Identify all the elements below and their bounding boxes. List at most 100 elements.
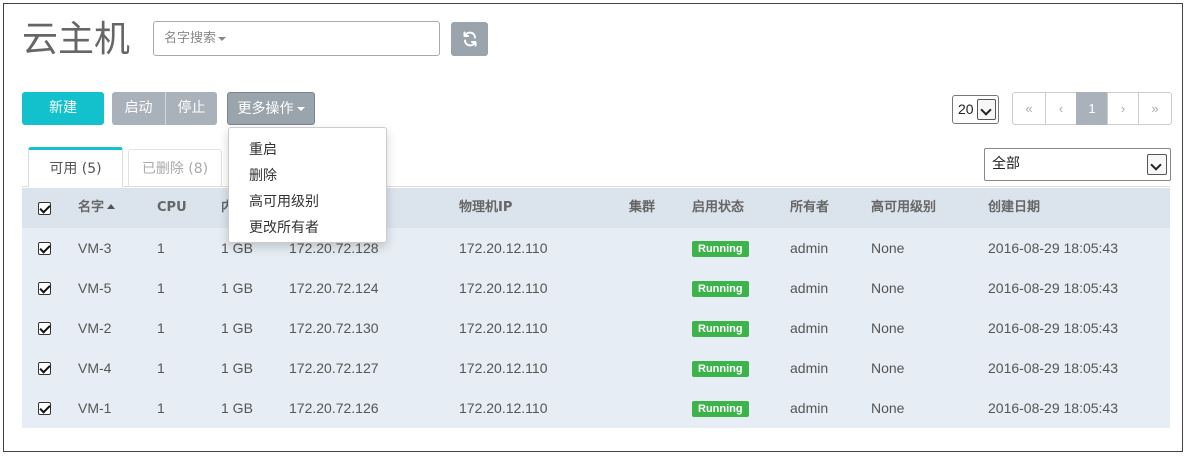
column-header-name[interactable]: 名字 — [78, 188, 116, 228]
vm-ip: 172.20.72.127 — [289, 360, 379, 376]
column-header-cpu[interactable]: CPU — [157, 188, 187, 228]
table-header-row: 名字 CPU 内存 IP 物理机IP 集群 启用状态 所有者 高可用级别 创建日… — [22, 188, 1170, 228]
vm-ha-level: None — [871, 280, 905, 296]
vm-state: Running — [692, 268, 749, 308]
column-header-ha-level[interactable]: 高可用级别 — [871, 188, 936, 228]
vm-ha-level: None — [871, 400, 905, 416]
vm-state: Running — [692, 388, 749, 428]
vm-owner: admin — [790, 320, 829, 336]
status-badge: Running — [692, 241, 749, 258]
column-header-label: 名字 — [78, 200, 105, 215]
table-row[interactable]: VM-4 1 1 GB 172.20.72.127 172.20.12.110 … — [22, 348, 1170, 388]
row-checkbox[interactable] — [38, 282, 51, 295]
status-filter-value: 全部 — [992, 156, 1020, 172]
row-checkbox[interactable] — [38, 402, 51, 415]
table-row[interactable]: VM-1 1 1 GB 172.20.72.126 172.20.12.110 … — [22, 388, 1170, 428]
vm-memory: 1 GB — [221, 400, 253, 416]
refresh-icon — [463, 31, 476, 47]
status-filter-select[interactable]: 全部 — [984, 148, 1171, 181]
vm-created: 2016-08-29 18:05:43 — [988, 320, 1118, 336]
vm-name[interactable]: VM-2 — [78, 308, 111, 348]
vm-state: Running — [692, 348, 749, 388]
table-row[interactable]: VM-3 1 1 GB 172.20.72.128 172.20.12.110 … — [22, 228, 1170, 268]
vm-created: 2016-08-29 18:05:43 — [988, 280, 1118, 296]
status-badge: Running — [692, 401, 749, 418]
vm-ip: 172.20.72.126 — [289, 400, 379, 416]
menu-item-restart[interactable]: 重启 — [229, 137, 386, 163]
column-header-created[interactable]: 创建日期 — [988, 188, 1040, 228]
vm-cpu: 1 — [157, 280, 165, 296]
menu-item-ha-level[interactable]: 高可用级别 — [229, 189, 386, 215]
page-last-button[interactable]: » — [1138, 92, 1172, 125]
vm-name[interactable]: VM-5 — [78, 268, 111, 308]
vm-host-ip: 172.20.12.110 — [459, 360, 548, 376]
vm-host-ip: 172.20.12.110 — [459, 240, 548, 256]
page-next-button[interactable]: › — [1107, 92, 1139, 125]
stop-button[interactable]: 停止 — [165, 92, 217, 125]
row-checkbox[interactable] — [38, 242, 51, 255]
row-checkbox[interactable] — [38, 362, 51, 375]
chevron-down-icon — [218, 36, 227, 41]
vm-name[interactable]: VM-1 — [78, 388, 111, 428]
vm-owner: admin — [790, 280, 829, 296]
vm-owner: admin — [790, 400, 829, 416]
chevron-down-icon — [296, 107, 305, 111]
vm-created: 2016-08-29 18:05:43 — [988, 360, 1118, 376]
table-row[interactable]: VM-5 1 1 GB 172.20.72.124 172.20.12.110 … — [22, 268, 1170, 308]
status-badge: Running — [692, 281, 749, 298]
column-header-owner[interactable]: 所有者 — [790, 188, 829, 228]
page-prev-button[interactable]: ‹ — [1045, 92, 1077, 125]
page-first-button[interactable]: « — [1012, 92, 1046, 125]
menu-item-delete[interactable]: 删除 — [229, 163, 386, 189]
tab-divider — [22, 186, 1170, 187]
new-button[interactable]: 新建 — [22, 92, 104, 125]
more-actions-menu: 重启 删除 高可用级别 更改所有者 — [228, 127, 387, 243]
vm-host-ip: 172.20.12.110 — [459, 320, 548, 336]
vm-cpu: 1 — [157, 400, 165, 416]
page-title: 云主机 — [22, 19, 131, 60]
vm-ip: 172.20.72.124 — [289, 280, 379, 296]
status-badge: Running — [692, 321, 749, 338]
vm-name[interactable]: VM-3 — [78, 228, 111, 268]
page-size-select[interactable]: 20 — [952, 95, 999, 124]
app-frame: 云主机 名字搜索 新建 启动 停止 更多操作 重启 删除 高可用级别 更改所有者… — [3, 3, 1183, 452]
select-all-checkbox[interactable] — [38, 202, 51, 215]
vm-memory: 1 GB — [221, 360, 253, 376]
status-badge: Running — [692, 361, 749, 378]
vm-ha-level: None — [871, 320, 905, 336]
tab-deleted[interactable]: 已删除 (8) — [128, 149, 222, 187]
row-checkbox[interactable] — [38, 322, 51, 335]
vm-ha-level: None — [871, 240, 905, 256]
column-header-cluster[interactable]: 集群 — [629, 188, 655, 228]
vm-state: Running — [692, 308, 749, 348]
vm-owner: admin — [790, 360, 829, 376]
vm-state: Running — [692, 228, 749, 268]
page-size-value: 20 — [958, 101, 974, 117]
vm-created: 2016-08-29 18:05:43 — [988, 240, 1118, 256]
vm-cpu: 1 — [157, 320, 165, 336]
more-actions-label: 更多操作 — [237, 101, 294, 117]
table-row[interactable]: VM-2 1 1 GB 172.20.72.130 172.20.12.110 … — [22, 308, 1170, 348]
menu-item-change-owner[interactable]: 更改所有者 — [229, 215, 386, 241]
vm-created: 2016-08-29 18:05:43 — [988, 400, 1118, 416]
vm-host-ip: 172.20.12.110 — [459, 400, 548, 416]
vm-cpu: 1 — [157, 360, 165, 376]
vm-memory: 1 GB — [221, 320, 253, 336]
vm-host-ip: 172.20.12.110 — [459, 280, 548, 296]
vm-owner: admin — [790, 240, 829, 256]
search-placeholder: 名字搜索 — [164, 31, 217, 46]
tab-available[interactable]: 可用 (5) — [28, 147, 123, 187]
vm-ip: 172.20.72.130 — [289, 320, 379, 336]
pagination: « ‹ 1 › » — [1012, 92, 1172, 125]
vm-memory: 1 GB — [221, 280, 253, 296]
column-header-state[interactable]: 启用状态 — [692, 188, 744, 228]
page-current-button[interactable]: 1 — [1076, 92, 1108, 125]
vm-name[interactable]: VM-4 — [78, 348, 111, 388]
more-actions-button[interactable]: 更多操作 — [227, 92, 315, 125]
vm-ha-level: None — [871, 360, 905, 376]
vm-cpu: 1 — [157, 240, 165, 256]
refresh-button[interactable] — [451, 22, 488, 56]
search-input[interactable]: 名字搜索 — [153, 21, 440, 56]
column-header-host-ip[interactable]: 物理机IP — [459, 188, 512, 228]
start-button[interactable]: 启动 — [112, 92, 165, 125]
